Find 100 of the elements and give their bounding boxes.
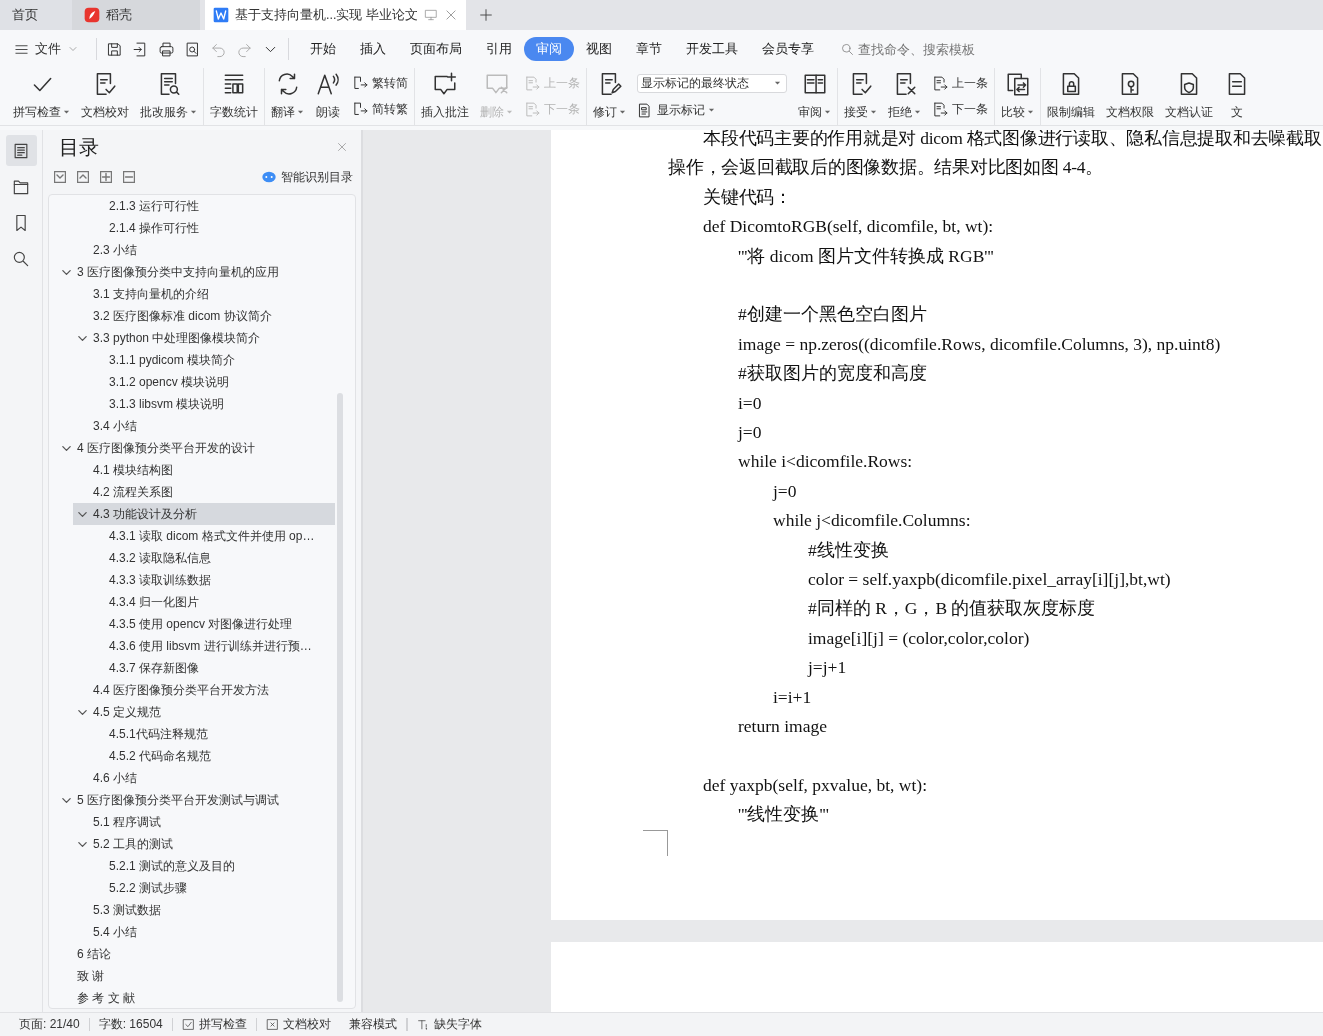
file-menu[interactable]: 文件 (14, 40, 87, 58)
menu-tab[interactable]: 开发工具 (674, 37, 750, 61)
status-button[interactable]: 文档校对 (256, 1016, 340, 1033)
tab[interactable]: 首页 (0, 0, 72, 30)
toc-item[interactable]: 致 谢 (57, 965, 335, 987)
toc-item[interactable]: 3.1.1 pydicom 模块简介 (89, 349, 335, 371)
toolbar-button[interactable]: 文档认证 (1165, 68, 1213, 125)
toolbar-button[interactable]: 拒绝 (888, 68, 921, 125)
toolbar-button[interactable]: 繁转简 (352, 74, 408, 92)
toc-item[interactable]: 4.5.1代码注释规范 (89, 723, 335, 745)
menu-tab[interactable]: 章节 (624, 37, 674, 61)
toolbar-button[interactable]: 文 (1224, 68, 1250, 125)
caret-icon (619, 109, 626, 116)
toolbar-button[interactable]: 批改服务 (140, 68, 197, 125)
toc-item[interactable]: 5.4 小结 (73, 921, 335, 943)
tab[interactable]: 稻壳 (72, 0, 200, 30)
toc-item[interactable]: 4 医疗图像预分类平台开发的设计 (57, 437, 335, 459)
toolbar-button[interactable]: 朗读 (315, 68, 341, 125)
code-line: j=j+1 (808, 657, 847, 678)
document-arrow-icon (524, 101, 541, 119)
caret-icon (190, 109, 197, 116)
toc-item[interactable]: 4.3.7 保存新图像 (89, 657, 335, 679)
toc-item[interactable]: 4.4 医疗图像预分类平台开发方法 (73, 679, 335, 701)
save-icon[interactable] (106, 40, 123, 58)
toc-item[interactable]: 4.6 小结 (73, 767, 335, 789)
toc-item[interactable]: 4.3.2 读取隐私信息 (89, 547, 335, 569)
collapse-all-icon[interactable] (77, 171, 89, 183)
toolbar-button[interactable]: 拼写检查 (13, 68, 70, 125)
menu-tab[interactable]: 视图 (574, 37, 624, 61)
document-arrow-icon (352, 74, 369, 92)
caret-icon (1027, 109, 1034, 116)
toolbar-button[interactable]: 文档权限 (1106, 68, 1154, 125)
toolbar-button[interactable]: 上一条 (932, 74, 988, 92)
toolbar-button[interactable]: 修订 (593, 68, 626, 125)
toc-item[interactable]: 4.5 定义规范 (73, 701, 335, 723)
minus-icon[interactable] (123, 171, 135, 183)
menu-tab[interactable]: 会员专享 (750, 37, 826, 61)
scrollbar[interactable] (337, 393, 343, 1002)
toc-item[interactable]: 5.2.2 测试步骤 (89, 877, 335, 899)
menu-tab[interactable]: 页面布局 (398, 37, 474, 61)
menu-tab[interactable]: 引用 (474, 37, 524, 61)
smart-toc-button[interactable]: 智能识别目录 (261, 168, 353, 186)
toc-item[interactable]: 4.3.5 使用 opencv 对图像进行处理 (89, 613, 335, 635)
toc-item[interactable]: 5.3 测试数据 (73, 899, 335, 921)
toc-item[interactable]: 3.1 支持向量机的介绍 (73, 283, 335, 305)
toolbar-button[interactable]: 审阅 (798, 68, 831, 125)
toc-item[interactable]: 5.2.1 测试的意义及目的 (89, 855, 335, 877)
toc-item[interactable]: 3 医疗图像预分类中支持向量机的应用 (57, 261, 335, 283)
toc-item[interactable]: 4.3 功能设计及分析 (73, 503, 335, 525)
markup-select[interactable]: 显示标记的最终状态 (637, 74, 787, 94)
toolbar-button[interactable]: 字数统计 (210, 68, 258, 125)
monitor-icon (423, 8, 438, 22)
toolbar-button[interactable]: 插入批注 (421, 68, 469, 125)
toolbar-button[interactable]: 显示标记 (637, 101, 787, 119)
toc-item[interactable]: 4.3.3 读取训练数据 (89, 569, 335, 591)
toc-item[interactable]: 3.2 医疗图像标准 dicom 协议简介 (73, 305, 335, 327)
status-button[interactable]: 拼写检查 (172, 1016, 256, 1033)
print-preview-icon[interactable] (184, 40, 201, 58)
toc-item[interactable]: 3.4 小结 (73, 415, 335, 437)
menu-tab[interactable]: 开始 (298, 37, 348, 61)
toolbar-button[interactable]: 文档校对 (81, 68, 129, 125)
print-icon[interactable] (158, 40, 175, 58)
toc-item[interactable]: 5.2 工具的测试 (73, 833, 335, 855)
toc-item[interactable]: 5.1 程序调试 (73, 811, 335, 833)
caret-icon (297, 109, 304, 116)
menu-tab[interactable]: 插入 (348, 37, 398, 61)
toc-item[interactable]: 4.1 模块结构图 (73, 459, 335, 481)
toc-item[interactable]: 6 结论 (57, 943, 335, 965)
toolbar-button[interactable]: 限制编辑 (1047, 68, 1095, 125)
toolbar-button[interactable]: 简转繁 (352, 101, 408, 119)
toolbar-button[interactable]: 翻译 (271, 68, 304, 125)
toc-item[interactable]: 4.3.4 归一化图片 (89, 591, 335, 613)
expand-all-icon[interactable] (54, 171, 66, 183)
document-arrow-icon (932, 74, 949, 92)
toc-item[interactable]: 4.3.6 使用 libsvm 进行训练并进行预… (89, 635, 335, 657)
toc-item[interactable]: 3.1.3 libsvm 模块说明 (89, 393, 335, 415)
code-line: while i<dicomfile.Rows: (738, 451, 913, 472)
comment-plus-icon (432, 71, 458, 97)
toc-item[interactable]: 4.5.2 代码命名规范 (89, 745, 335, 767)
toc-item[interactable]: 4.2 流程关系图 (73, 481, 335, 503)
paragraph: 关键代码： (702, 185, 793, 209)
toolbar-button[interactable]: 下一条 (932, 101, 988, 119)
tab[interactable]: 基于支持向量机...实现 毕业论文 (205, 0, 466, 30)
font-icon (416, 1018, 430, 1031)
toc-item[interactable]: 3.1.2 opencv 模块说明 (89, 371, 335, 393)
toolbar-button[interactable]: 比较 (1001, 68, 1034, 125)
command-search-field[interactable]: 查找命令、搜索模板 (840, 41, 988, 57)
toolbar-button[interactable]: 接受 (844, 68, 877, 125)
tab-title: 基于支持向量机...实现 毕业论文 (235, 6, 418, 24)
toc-item[interactable]: 4.3.1 读取 dicom 格式文件并使用 op… (89, 525, 335, 547)
toc-item[interactable]: 3.3 python 中处理图像模块简介 (73, 327, 335, 349)
toc-item[interactable]: 2.1.3 运行可行性 (89, 195, 335, 217)
toc-item[interactable]: 2.1.4 操作可行性 (89, 217, 335, 239)
plus-icon[interactable] (100, 171, 112, 183)
toc-item[interactable]: 5 医疗图像预分类平台开发测试与调试 (57, 789, 335, 811)
toc-item[interactable]: 参 考 文 献 (57, 987, 335, 1008)
status-button[interactable]: 缺失字体 (407, 1016, 491, 1033)
sidebar-tab[interactable] (5, 135, 37, 166)
status-button[interactable]: 兼容模式 (339, 1016, 406, 1033)
toc-item[interactable]: 2.3 小结 (73, 239, 335, 261)
